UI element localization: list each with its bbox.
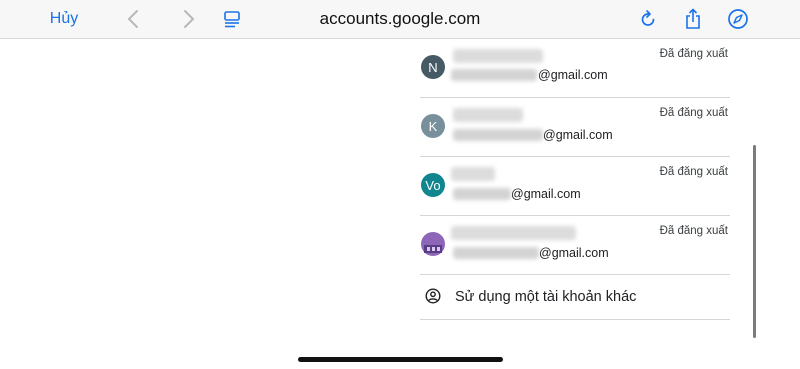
account-name-redacted bbox=[453, 108, 523, 122]
email-redacted bbox=[453, 129, 543, 141]
signed-out-status: Đã đăng xuất bbox=[659, 166, 728, 178]
email-redacted bbox=[453, 188, 511, 200]
account-circle-icon bbox=[425, 288, 441, 309]
email-redacted bbox=[453, 247, 539, 259]
account-email: @gmail.com bbox=[538, 68, 608, 82]
profile-photo-icon bbox=[424, 245, 442, 253]
chevron-right-icon[interactable] bbox=[175, 5, 203, 33]
scrollbar[interactable] bbox=[753, 145, 756, 338]
browser-toolbar: Hủy accounts.google.com bbox=[0, 0, 800, 39]
email-redacted bbox=[451, 69, 537, 81]
reload-icon[interactable] bbox=[634, 5, 662, 33]
avatar: K bbox=[421, 114, 445, 138]
avatar: Vo bbox=[421, 173, 445, 197]
tab-overview-icon[interactable] bbox=[218, 5, 246, 33]
signed-out-status: Đã đăng xuất bbox=[659, 48, 728, 60]
account-email: @gmail.com bbox=[539, 246, 609, 260]
account-row[interactable]: Vo @gmail.com Đã đăng xuất bbox=[420, 156, 730, 216]
cancel-button[interactable]: Hủy bbox=[38, 0, 90, 38]
signed-out-status: Đã đăng xuất bbox=[659, 225, 728, 237]
account-row[interactable]: K @gmail.com Đã đăng xuất bbox=[420, 97, 730, 157]
avatar: N bbox=[421, 55, 445, 79]
signed-out-status: Đã đăng xuất bbox=[659, 107, 728, 119]
account-email: @gmail.com bbox=[511, 187, 581, 201]
avatar bbox=[421, 232, 445, 256]
address-bar[interactable]: accounts.google.com bbox=[300, 0, 500, 38]
account-name-redacted bbox=[451, 167, 495, 181]
compass-icon[interactable] bbox=[724, 5, 752, 33]
use-another-account-label: Sử dụng một tài khoản khác bbox=[455, 288, 637, 305]
account-row[interactable]: N @gmail.com Đã đăng xuất bbox=[420, 38, 730, 98]
account-name-redacted bbox=[453, 49, 543, 63]
account-email: @gmail.com bbox=[543, 128, 613, 142]
use-another-account-button[interactable]: Sử dụng một tài khoản khác bbox=[420, 274, 730, 320]
account-row[interactable]: @gmail.com Đã đăng xuất bbox=[420, 215, 730, 275]
chevron-left-icon[interactable] bbox=[119, 5, 147, 33]
home-indicator[interactable] bbox=[298, 357, 503, 362]
account-name-redacted bbox=[451, 226, 576, 240]
share-icon[interactable] bbox=[679, 5, 707, 33]
